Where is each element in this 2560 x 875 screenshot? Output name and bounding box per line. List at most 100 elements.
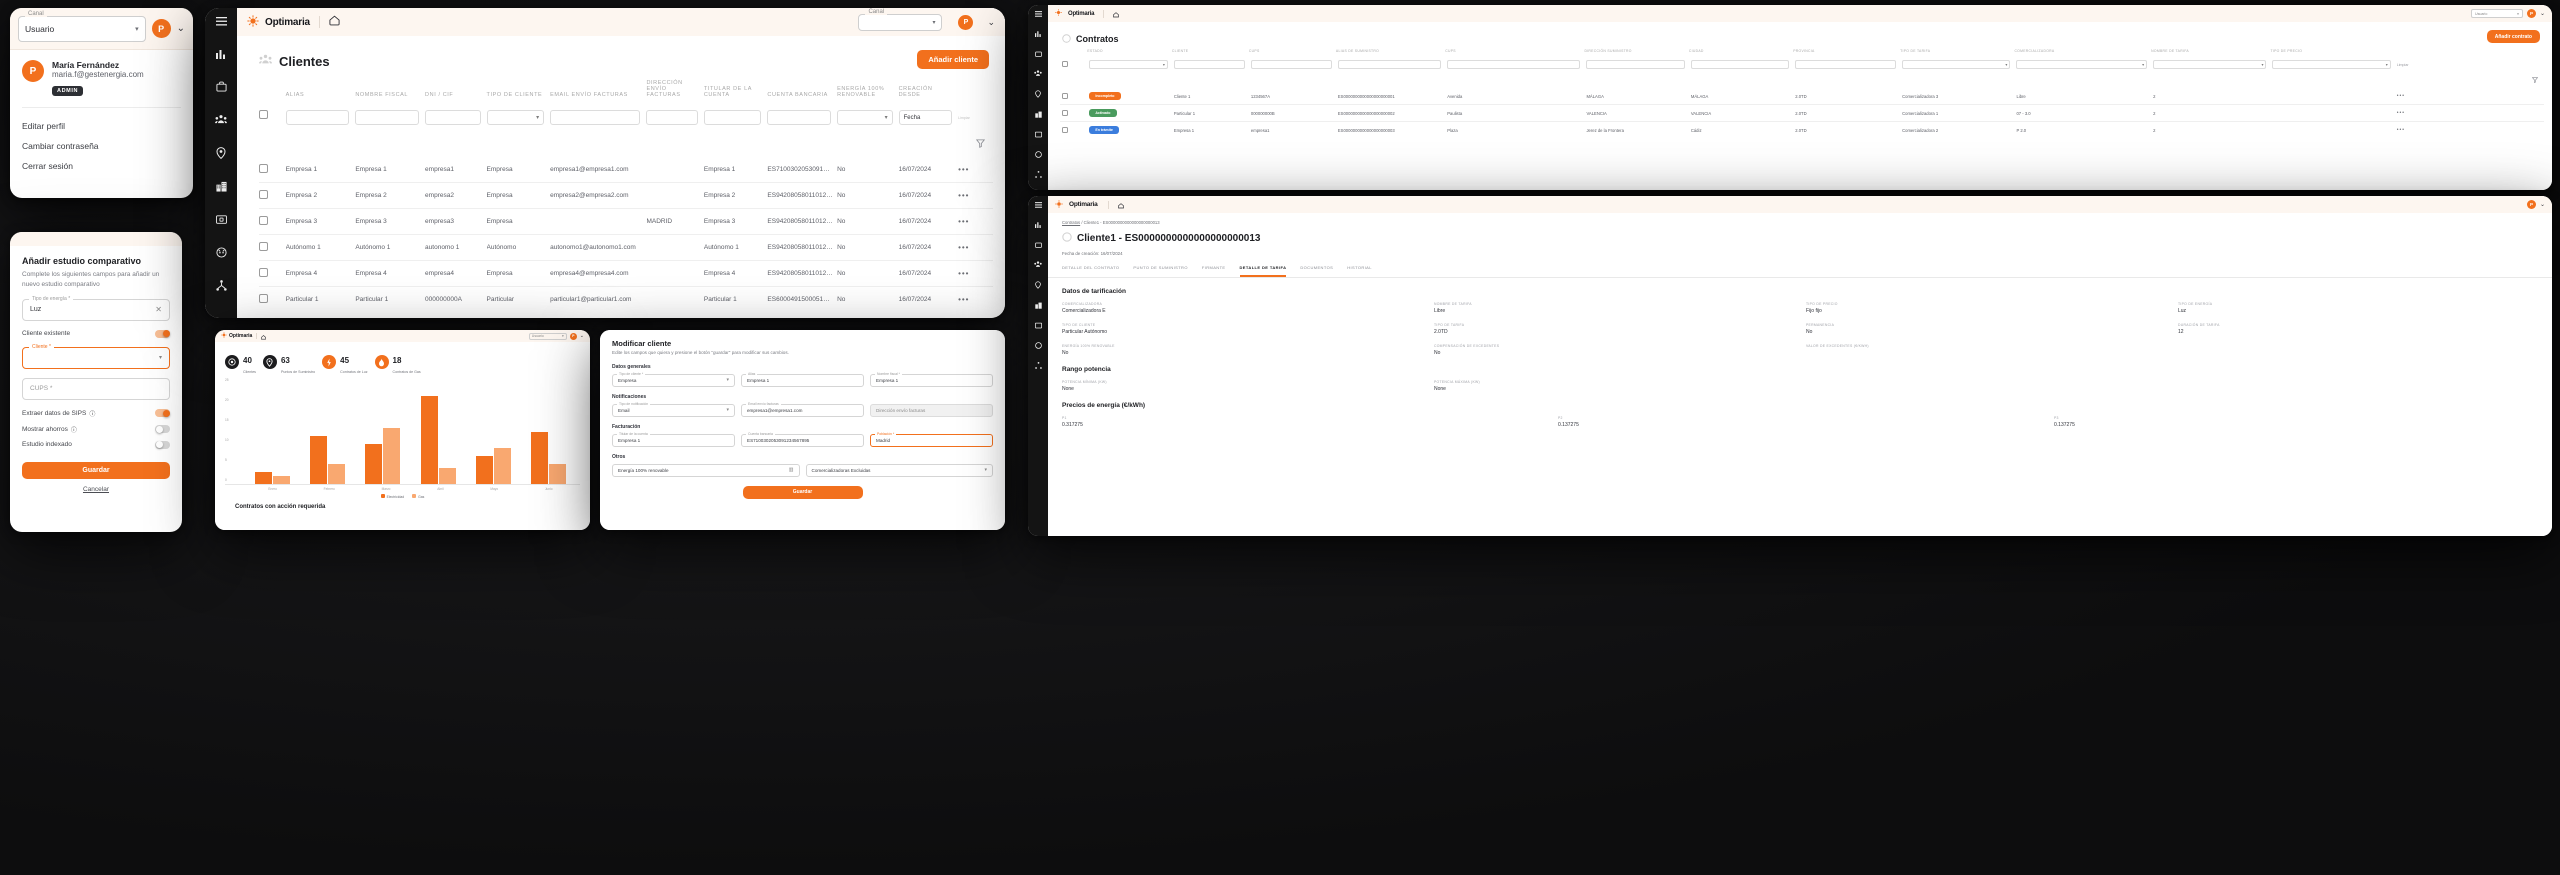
sidebar-item-hierarchy[interactable] <box>215 280 227 291</box>
home-icon[interactable] <box>1112 5 1119 23</box>
titular-cuenta-field[interactable]: Titular de la cuenta Empresa 1 <box>612 431 735 447</box>
save-button[interactable]: Guardar <box>742 485 863 499</box>
avatar[interactable]: P <box>958 14 974 30</box>
info-icon[interactable]: ⓘ <box>89 409 95 418</box>
tipo-cliente-select[interactable]: Tipo de cliente * Empresa ▾ <box>612 371 735 387</box>
row-checkbox[interactable] <box>1062 92 1068 99</box>
hamburger-menu-icon[interactable] <box>215 17 227 26</box>
add-client-button[interactable]: Añadir cliente <box>917 50 989 69</box>
filter-cliente[interactable] <box>1173 60 1245 69</box>
avatar[interactable]: P <box>569 332 577 340</box>
column-header[interactable]: CUPS <box>1445 49 1584 56</box>
row-actions-icon[interactable]: ••• <box>958 269 969 278</box>
table-row[interactable]: Empresa 4 Empresa 4 empresa4 Empresa emp… <box>259 261 993 287</box>
canal-select[interactable]: Canal ▾ <box>858 8 943 31</box>
cuenta-bancaria-field[interactable]: Cuenta bancaria ES7100302053091234567895 <box>741 431 864 447</box>
close-icon[interactable]: ✕ <box>155 305 162 314</box>
sidebar-item-billing[interactable] <box>1034 322 1042 329</box>
chart-bar[interactable] <box>365 444 383 484</box>
row-actions-icon[interactable]: ••• <box>958 217 969 226</box>
show-savings-toggle[interactable] <box>155 425 170 433</box>
column-header[interactable]: CIUDAD <box>1689 49 1793 56</box>
table-row[interactable]: Incompleto Cliente 1 1234567A ES00000000… <box>1060 88 2544 105</box>
sidebar-item-hierarchy[interactable] <box>1034 171 1042 178</box>
column-header[interactable]: ALIAS <box>286 80 356 103</box>
sidebar-item-buildings[interactable] <box>1034 111 1042 118</box>
avatar[interactable]: P <box>2526 9 2536 18</box>
home-icon[interactable] <box>329 13 340 31</box>
column-header[interactable]: CUPS <box>1249 49 1336 56</box>
chart-bar[interactable] <box>310 436 328 484</box>
select-all-checkbox[interactable] <box>1062 61 1068 67</box>
existing-client-toggle[interactable] <box>155 329 170 338</box>
tab-punto-suministro[interactable]: PUNTO DE SUMINISTRO <box>1133 265 1187 277</box>
sidebar-item-clients[interactable] <box>1034 261 1042 268</box>
column-header[interactable]: EMAIL ENVÍO FACTURAS <box>550 80 646 103</box>
chevron-down-icon[interactable]: ⌄ <box>580 333 584 339</box>
alias-field[interactable]: Alias Empresa 1 <box>741 371 864 387</box>
canal-select[interactable]: Usuario ▾ <box>2470 9 2523 18</box>
avatar[interactable]: P <box>151 19 171 38</box>
legend-entry[interactable]: Gas <box>412 494 424 499</box>
table-row[interactable]: Particular 1 Particular 1 000000000A Par… <box>259 287 993 313</box>
row-checkbox[interactable] <box>259 268 268 277</box>
chevron-down-icon[interactable]: ⌄ <box>2540 10 2545 17</box>
filter-cups[interactable] <box>1250 60 1332 69</box>
client-select[interactable]: Cliente * ▾ <box>22 343 170 369</box>
chevron-down-icon[interactable]: ⌄ <box>987 17 995 28</box>
sidebar-item-dashboard[interactable] <box>215 48 227 59</box>
row-checkbox[interactable] <box>259 294 268 303</box>
menu-item-edit-profile[interactable]: Editar perfil <box>22 116 181 136</box>
clear-filters-button[interactable]: Limpiar <box>958 116 970 120</box>
filter-alias-suministro[interactable] <box>1337 60 1442 69</box>
column-header[interactable]: ESTADO <box>1087 49 1172 56</box>
chart-bar[interactable] <box>493 448 511 484</box>
brand-logo[interactable]: Optimaria <box>1055 9 1094 18</box>
filter-fecha[interactable]: Fecha <box>898 110 953 125</box>
chart-bar[interactable] <box>328 464 346 484</box>
chart-bar[interactable] <box>420 396 438 484</box>
clear-filters-button[interactable]: Limpiar <box>2397 63 2409 67</box>
tab-firmante[interactable]: FIRMANTE <box>1202 265 1226 277</box>
poblacion-field[interactable]: Población * Madrid <box>870 431 993 447</box>
chart-bar[interactable] <box>383 428 401 484</box>
tab-detalle-contrato[interactable]: DETALLE DEL CONTRATO <box>1062 265 1119 277</box>
column-header[interactable]: ENERGÍA 100% RENOVABLE <box>837 80 899 103</box>
sidebar-item-dashboard[interactable] <box>1034 221 1042 228</box>
table-row[interactable]: Empresa 2 Empresa 2 empresa2 Empresa emp… <box>259 183 993 209</box>
save-button[interactable]: Guardar <box>22 461 170 479</box>
avatar[interactable]: P <box>2526 200 2536 209</box>
menu-item-logout[interactable]: Cerrar sesión <box>22 156 181 176</box>
breadcrumb-link-contratos[interactable]: Contratos <box>1062 220 1080 225</box>
tab-detalle-tarifa[interactable]: DETALLE DE TARIFA <box>1239 265 1287 277</box>
row-checkbox[interactable] <box>1062 109 1068 116</box>
toggle-icon[interactable]: ▥ <box>789 467 794 473</box>
row-actions-icon[interactable]: ••• <box>2397 93 2405 99</box>
filter-estado[interactable] <box>1089 60 1168 69</box>
row-actions-icon[interactable]: ••• <box>958 243 969 252</box>
filter-cups2[interactable] <box>1447 60 1581 69</box>
legend-entry[interactable]: Electricidad <box>380 494 404 499</box>
chevron-down-icon[interactable]: ⌄ <box>177 23 185 34</box>
row-checkbox[interactable] <box>259 242 268 251</box>
menu-item-change-password[interactable]: Cambiar contraseña <box>22 136 181 156</box>
filter-renovable[interactable] <box>837 110 893 125</box>
comercializadoras-excluidas-select[interactable]: Comercializadoras Excluidas ▾ <box>805 463 993 477</box>
column-header[interactable]: TITULAR DE LA CUENTA <box>704 80 768 103</box>
indexed-study-toggle[interactable] <box>155 440 170 449</box>
column-header[interactable]: CUENTA BANCARIA <box>767 80 837 103</box>
column-header[interactable]: NOMBRE DE TARIFA <box>2151 49 2270 56</box>
filter-tipo-tarifa[interactable] <box>1902 60 2011 69</box>
hamburger-menu-icon[interactable] <box>1034 11 1042 17</box>
chevron-down-icon[interactable]: ⌄ <box>2540 201 2545 208</box>
column-header[interactable]: DNI / CIF <box>425 80 487 103</box>
column-header[interactable]: COMERCIALIZADORA <box>2014 49 2151 56</box>
tipo-notificacion-select[interactable]: Tipo de notificación Email ▾ <box>612 401 735 417</box>
sidebar-item-billing[interactable] <box>1034 131 1042 138</box>
email-envio-facturas-field[interactable]: Email envío facturas empresa1@empresa1.c… <box>741 401 864 417</box>
sidebar-item-locations[interactable] <box>1035 281 1041 289</box>
column-header[interactable]: CLIENTE <box>1172 49 1249 56</box>
hamburger-menu-icon[interactable] <box>1034 202 1042 208</box>
filter-email[interactable] <box>550 110 641 125</box>
filter-comercializadora[interactable] <box>2016 60 2148 69</box>
